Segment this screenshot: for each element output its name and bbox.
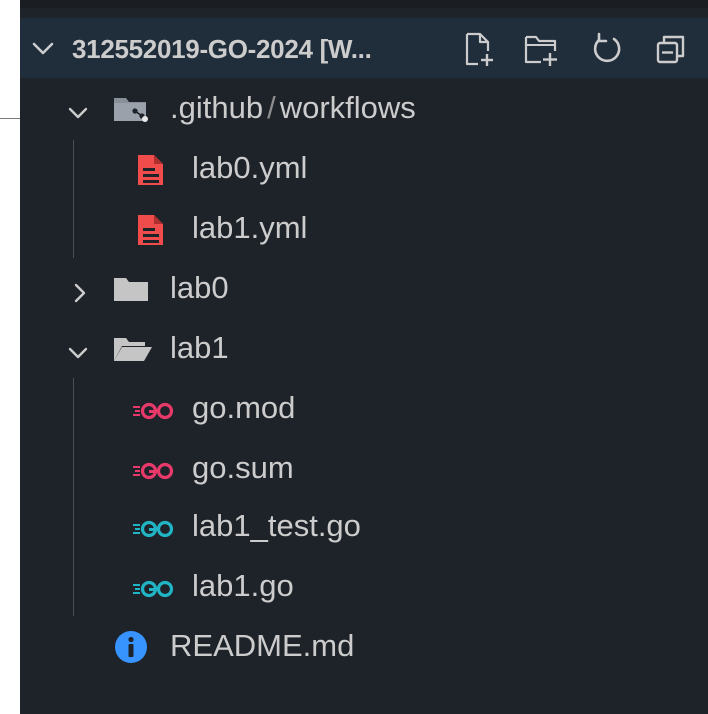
tree-item-github-workflows[interactable]: .github / workflows bbox=[20, 80, 708, 138]
file-label-go-sum: go.sum bbox=[192, 450, 294, 485]
new-folder-icon[interactable] bbox=[522, 30, 560, 68]
explorer-panel: 312552019-GO-2024 [W... .github / workfl… bbox=[20, 0, 708, 714]
go-file-icon bbox=[132, 514, 178, 550]
folder-label-github: .github bbox=[170, 90, 264, 125]
refresh-icon[interactable] bbox=[588, 30, 626, 68]
folder-label-lab0: lab0 bbox=[170, 270, 229, 305]
go-mod-file-icon bbox=[132, 396, 178, 432]
chevron-right-icon bbox=[68, 277, 92, 313]
folder-label-lab1: lab1 bbox=[170, 330, 229, 365]
chevron-down-icon[interactable] bbox=[28, 33, 58, 67]
chevron-down-icon bbox=[66, 97, 90, 133]
file-label-lab0-yml: lab0.yml bbox=[192, 150, 308, 185]
tree-item-lab1-yml[interactable]: lab1.yml bbox=[20, 200, 708, 258]
collapse-all-icon[interactable] bbox=[652, 30, 690, 68]
new-file-icon[interactable] bbox=[460, 30, 498, 68]
path-separator: / bbox=[267, 90, 276, 125]
info-icon bbox=[114, 630, 148, 672]
file-label-readme: README.md bbox=[170, 628, 355, 663]
folder-icon bbox=[112, 274, 152, 312]
file-label-go-mod: go.mod bbox=[192, 390, 296, 425]
chevron-down-icon bbox=[66, 337, 90, 373]
file-label-lab1-go: lab1.go bbox=[192, 568, 294, 603]
tree-item-go-mod[interactable]: go.mod bbox=[20, 380, 708, 438]
folder-open-icon bbox=[112, 334, 154, 372]
tree-item-lab0[interactable]: lab0 bbox=[20, 260, 708, 318]
workspace-title: 312552019-GO-2024 [W... bbox=[72, 34, 372, 64]
top-strip bbox=[20, 0, 708, 8]
tree-item-go-sum[interactable]: go.sum bbox=[20, 440, 708, 498]
file-label-lab1-test-go: lab1_test.go bbox=[192, 508, 361, 543]
tree-item-readme[interactable]: README.md bbox=[20, 618, 708, 676]
tree-item-lab1[interactable]: lab1 bbox=[20, 320, 708, 378]
workspace-header[interactable]: 312552019-GO-2024 [W... bbox=[20, 18, 708, 78]
github-folder-icon bbox=[112, 94, 152, 132]
go-mod-file-icon bbox=[132, 456, 178, 492]
yaml-file-icon bbox=[135, 154, 165, 194]
tree-item-lab1-go[interactable]: lab1.go bbox=[20, 558, 708, 616]
file-label-lab1-yml: lab1.yml bbox=[192, 210, 308, 245]
yaml-file-icon bbox=[135, 214, 165, 254]
outer-divider-line bbox=[0, 118, 20, 119]
go-file-icon bbox=[132, 574, 178, 610]
tree-item-lab0-yml[interactable]: lab0.yml bbox=[20, 140, 708, 198]
tree-item-lab1-test-go[interactable]: lab1_test.go bbox=[20, 498, 708, 556]
folder-label-workflows: workflows bbox=[279, 90, 416, 125]
